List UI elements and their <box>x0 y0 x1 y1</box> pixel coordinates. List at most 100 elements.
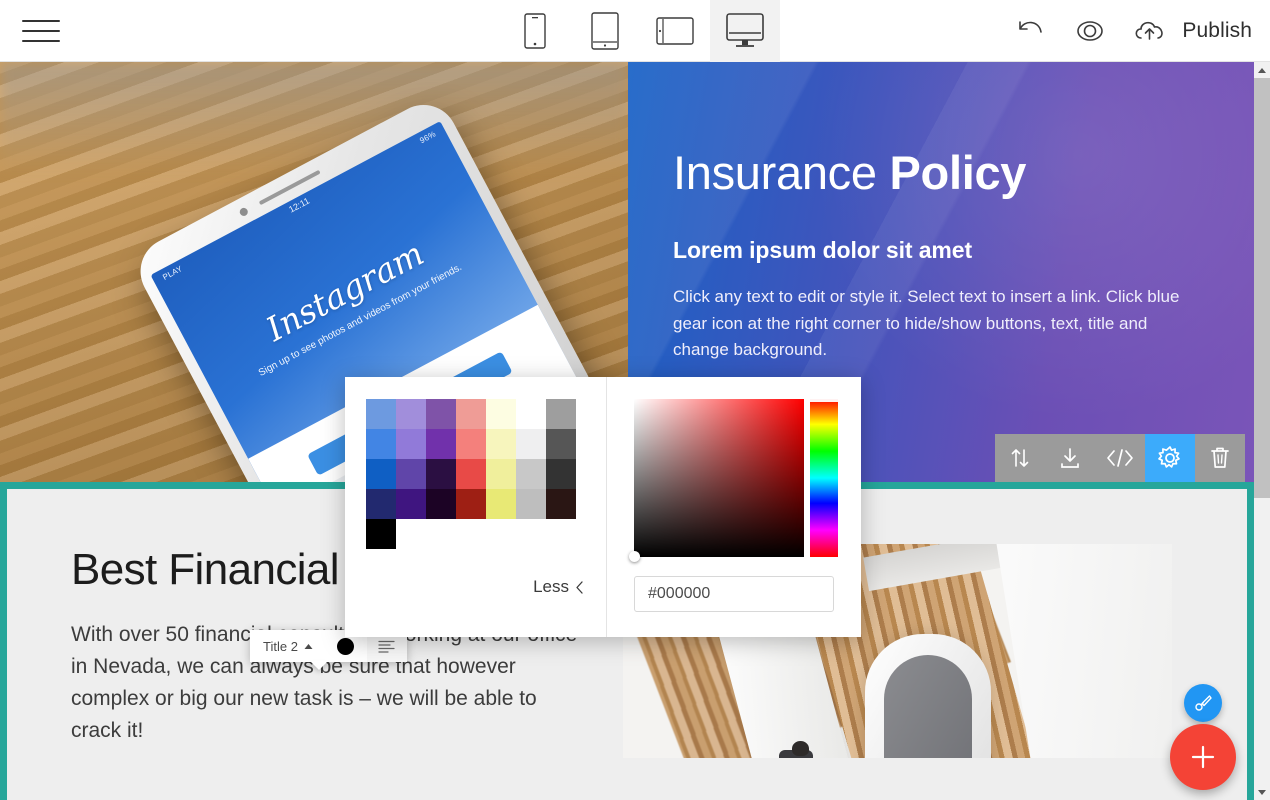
section2-title-light: Best Financial <box>71 545 340 594</box>
gear-settings-icon[interactable] <box>1145 434 1195 482</box>
add-block-button[interactable] <box>1170 724 1236 790</box>
color-swatch-r3-c5[interactable] <box>516 489 546 519</box>
chevron-left-icon <box>576 580 583 594</box>
color-swatch-r0-c0[interactable] <box>366 399 396 429</box>
publish-label: Publish <box>1182 19 1252 42</box>
device-preview-switcher <box>500 0 780 62</box>
topbar-actions: Publish <box>1013 0 1252 62</box>
device-button-desktop[interactable] <box>710 0 780 62</box>
scroll-up-arrow-icon[interactable] <box>1254 62 1270 78</box>
color-swatch-r0-c5[interactable] <box>516 399 546 429</box>
hex-color-input[interactable] <box>634 576 834 612</box>
desktop-monitor-icon <box>726 13 764 47</box>
custom-color-panel <box>607 377 861 637</box>
color-swatch-r3-c6[interactable] <box>546 489 576 519</box>
page-scrollbar[interactable] <box>1254 62 1270 800</box>
color-swatch-r2-c6[interactable] <box>546 459 576 489</box>
color-swatch-r0-c1[interactable] <box>396 399 426 429</box>
scroll-down-arrow-icon[interactable] <box>1254 784 1270 800</box>
text-style-dropdown[interactable]: Title 2 <box>250 630 325 662</box>
color-swatch-r2-c0[interactable] <box>366 459 396 489</box>
hero-subtitle[interactable]: Lorem ipsum dolor sit amet <box>673 237 1202 264</box>
hue-slider[interactable] <box>810 396 838 557</box>
move-block-icon[interactable] <box>995 434 1045 482</box>
plus-add-icon <box>1191 745 1215 769</box>
color-swatch-r2-c2[interactable] <box>426 459 456 489</box>
color-swatch-r1-c1[interactable] <box>396 429 426 459</box>
text-align-icon <box>378 640 396 653</box>
device-button-mobile-portrait[interactable] <box>500 0 570 62</box>
color-swatch-r0-c3[interactable] <box>456 399 486 429</box>
hamburger-line <box>22 30 60 32</box>
trash-delete-icon[interactable] <box>1195 434 1245 482</box>
saturation-handle[interactable] <box>629 551 640 562</box>
color-swatch-r1-c4[interactable] <box>486 429 516 459</box>
undo-icon[interactable] <box>1013 16 1049 46</box>
undo-arrow-icon <box>1019 21 1043 33</box>
color-swatch-r3-c0[interactable] <box>366 489 396 519</box>
page-canvas[interactable]: PLAY 96% 12:11 Instagram Sign up to see … <box>0 62 1254 800</box>
color-swatch-r0-c6[interactable] <box>546 399 576 429</box>
hamburger-menu-icon[interactable] <box>22 17 60 45</box>
style-brush-button[interactable] <box>1184 684 1222 722</box>
top-toolbar: Publish <box>0 0 1270 62</box>
triangle-down <box>1258 789 1266 795</box>
hamburger-line <box>22 20 60 22</box>
eye-icon <box>1077 21 1104 41</box>
save-block-icon[interactable] <box>1045 434 1095 482</box>
color-swatch-r2-c4[interactable] <box>486 459 516 489</box>
color-swatch-r2-c1[interactable] <box>396 459 426 489</box>
color-swatch-r3-c2[interactable] <box>426 489 456 519</box>
hero-title[interactable]: Insurance Policy <box>673 146 1202 199</box>
chevron-up-icon <box>304 643 313 649</box>
less-label: Less <box>533 577 569 596</box>
color-swatch-r3-c1[interactable] <box>396 489 426 519</box>
color-swatch-r0-c4[interactable] <box>486 399 516 429</box>
color-picker-popover: Less <box>345 377 861 637</box>
code-brackets-icon <box>1107 449 1133 467</box>
color-swatch-r1-c0[interactable] <box>366 429 396 459</box>
color-swatch-panel: Less <box>345 377 607 637</box>
color-swatch-r1-c5[interactable] <box>516 429 546 459</box>
cloud-upload-icon <box>1135 21 1164 40</box>
move-up-down-arrows-icon <box>1011 449 1029 467</box>
color-swatch-r0-c2[interactable] <box>426 399 456 429</box>
color-swatch-r3-c4[interactable] <box>486 489 516 519</box>
text-style-label: Title 2 <box>263 638 298 654</box>
scrollbar-track[interactable] <box>1254 78 1270 784</box>
saturation-hue-row <box>629 396 838 562</box>
color-swatch-r1-c6[interactable] <box>546 429 576 459</box>
color-swatch-grid <box>366 399 576 519</box>
hero-body-text[interactable]: Click any text to edit or style it. Sele… <box>673 284 1202 365</box>
person-head <box>792 741 810 756</box>
tablet-landscape-icon <box>656 17 694 45</box>
hero-title-light: Insurance <box>673 146 877 199</box>
color-swatch-r1-c3[interactable] <box>456 429 486 459</box>
phone-time: 12:11 <box>287 195 312 215</box>
swatch-black[interactable] <box>366 519 396 549</box>
device-button-tablet-landscape[interactable] <box>640 0 710 62</box>
hamburger-line <box>22 40 60 42</box>
block-action-toolbar <box>995 434 1245 482</box>
color-swatch-r2-c3[interactable] <box>456 459 486 489</box>
less-toggle-link[interactable]: Less <box>533 577 584 597</box>
phone-carrier: PLAY <box>161 264 185 282</box>
saturation-value-box[interactable] <box>629 399 804 562</box>
toolbar-pointer-tail <box>310 661 328 670</box>
device-button-tablet-portrait[interactable] <box>570 0 640 62</box>
scrollbar-thumb[interactable] <box>1254 78 1270 498</box>
color-swatch-r3-c3[interactable] <box>456 489 486 519</box>
gear-icon <box>1158 446 1180 468</box>
stair-railing-inner <box>883 655 972 758</box>
trash-can-icon <box>1211 447 1229 468</box>
code-editor-icon[interactable] <box>1095 434 1145 482</box>
download-save-icon <box>1061 448 1079 468</box>
hue-handle[interactable] <box>810 396 838 402</box>
phone-battery: 96% <box>418 129 438 146</box>
color-swatch-r1-c2[interactable] <box>426 429 456 459</box>
eye-preview-icon[interactable] <box>1071 18 1109 44</box>
hero-title-bold: Policy <box>889 146 1027 199</box>
publish-button[interactable]: Publish <box>1131 16 1252 46</box>
color-swatch-r2-c5[interactable] <box>516 459 546 489</box>
mobile-portrait-icon <box>524 13 546 49</box>
